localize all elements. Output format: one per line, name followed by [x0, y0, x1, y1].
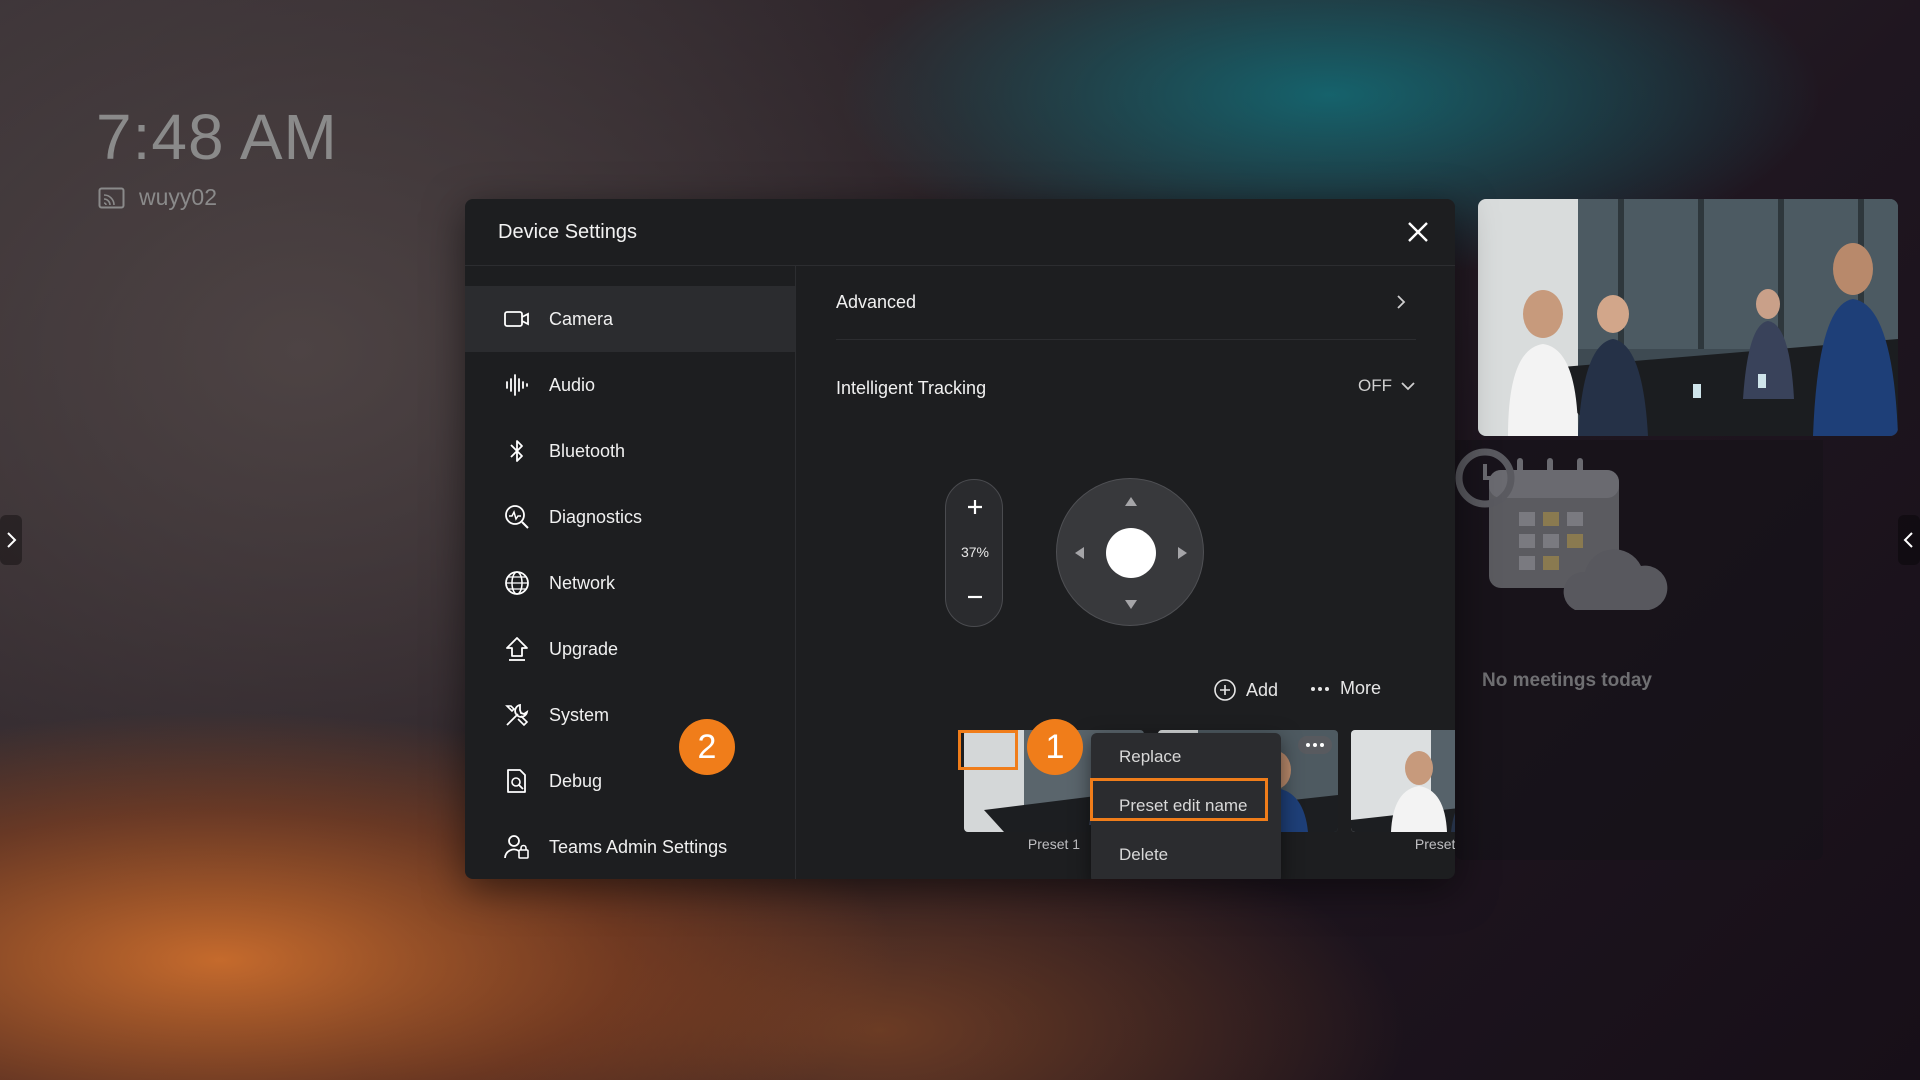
chevron-left-icon: [1903, 532, 1913, 548]
no-meetings-text: No meetings today: [1482, 670, 1652, 691]
preset-thumbnail-3[interactable]: [1351, 730, 1455, 832]
step-badge-2: 2: [679, 719, 735, 775]
minus-icon: [968, 595, 982, 599]
menu-item-preset-edit-name[interactable]: Preset edit name: [1091, 782, 1281, 830]
add-circle-icon: [1214, 679, 1236, 701]
pan-down-button[interactable]: [1125, 600, 1137, 609]
sidebar-item-upgrade[interactable]: Upgrade: [465, 616, 795, 682]
admin-user-icon: [503, 833, 531, 861]
chevron-down-icon: [1401, 382, 1415, 391]
camera-icon: [503, 305, 531, 333]
intelligent-tracking-select[interactable]: OFF: [1358, 376, 1416, 396]
menu-item-delete[interactable]: Delete: [1091, 831, 1281, 879]
camera-settings-content: Advanced Intelligent Tracking OFF 37% Ad…: [796, 266, 1455, 879]
device-name: wuyy02: [139, 184, 217, 210]
step-badge-1: 1: [1027, 719, 1083, 775]
diagnostics-icon: [503, 503, 531, 531]
pan-up-button[interactable]: [1125, 497, 1137, 506]
calendar-panel: [1455, 440, 1823, 860]
device-name-row: wuyy02: [98, 184, 217, 211]
ptz-direction-pad: [1056, 478, 1204, 626]
chevron-right-icon: [7, 532, 17, 548]
add-label: Add: [1246, 679, 1279, 700]
sidebar-item-bluetooth[interactable]: Bluetooth: [465, 418, 795, 484]
zoom-control: 37%: [945, 479, 1003, 627]
sidebar-item-label: Teams Admin Settings: [549, 836, 728, 857]
preset-label: Preset 3: [1414, 836, 1455, 852]
sidebar-item-camera[interactable]: Camera: [465, 286, 795, 352]
device-settings-dialog: Device Settings Camera Audio Bluetooth D…: [465, 199, 1455, 879]
sidebar-item-label: Debug: [549, 770, 603, 791]
more-presets-button[interactable]: More: [1310, 678, 1381, 699]
more-label: More: [1340, 678, 1382, 698]
tools-icon: [503, 701, 531, 729]
preset-more-button[interactable]: [1298, 736, 1332, 754]
intelligent-tracking-label: Intelligent Tracking: [836, 377, 987, 398]
left-edge-handle[interactable]: [0, 515, 22, 565]
zoom-value: 37%: [960, 544, 990, 560]
menu-item-replace[interactable]: Replace: [1091, 733, 1281, 781]
zoom-out-button[interactable]: [946, 580, 1004, 614]
sidebar-item-label: Camera: [549, 308, 614, 329]
sidebar-item-label: Bluetooth: [549, 440, 626, 461]
more-dots-icon: [1311, 686, 1329, 691]
sidebar-item-debug[interactable]: Debug: [465, 748, 795, 814]
audio-icon: [503, 371, 531, 399]
pan-right-button[interactable]: [1178, 547, 1187, 559]
preset-context-menu: Replace Preset edit name Delete: [1091, 733, 1281, 879]
cast-icon: [98, 187, 125, 209]
sidebar-item-label: Diagnostics: [549, 506, 643, 527]
advanced-row[interactable]: Advanced: [836, 266, 1416, 340]
intelligent-tracking-row: Intelligent Tracking OFF: [836, 368, 1416, 408]
sidebar-item-diagnostics[interactable]: Diagnostics: [465, 484, 795, 550]
sidebar-item-label: System: [549, 704, 610, 725]
advanced-label: Advanced: [836, 292, 917, 312]
clock-time: 7:48 AM: [96, 101, 338, 173]
bluetooth-icon: [503, 437, 531, 465]
ptz-center-button[interactable]: [1106, 528, 1156, 578]
chevron-right-icon: [1397, 295, 1406, 309]
sidebar-item-teams-admin[interactable]: Teams Admin Settings: [465, 814, 795, 879]
right-edge-handle[interactable]: [1898, 515, 1920, 565]
sidebar-item-system[interactable]: System: [465, 682, 795, 748]
sidebar-item-label: Network: [549, 572, 616, 593]
dialog-title: Device Settings: [498, 221, 637, 243]
zoom-in-button[interactable]: [946, 490, 1004, 524]
close-icon: [1408, 222, 1428, 242]
calendar-illustration: [1455, 448, 1668, 610]
camera-preview: [1478, 199, 1898, 436]
pan-left-button[interactable]: [1075, 547, 1084, 559]
dialog-header: Device Settings: [465, 199, 1455, 266]
plus-icon: [968, 500, 982, 514]
close-button[interactable]: [1405, 219, 1431, 245]
intelligent-tracking-value: OFF: [1358, 376, 1392, 395]
sidebar-item-label: Audio: [549, 374, 596, 395]
add-preset-button[interactable]: Add: [1213, 678, 1278, 702]
sidebar-item-network[interactable]: Network: [465, 550, 795, 616]
globe-icon: [503, 569, 531, 597]
sidebar-item-audio[interactable]: Audio: [465, 352, 795, 418]
settings-sidebar: Camera Audio Bluetooth Diagnostics Netwo…: [465, 266, 796, 879]
debug-icon: [503, 767, 531, 795]
upgrade-icon: [503, 635, 531, 663]
sidebar-item-label: Upgrade: [549, 638, 619, 659]
